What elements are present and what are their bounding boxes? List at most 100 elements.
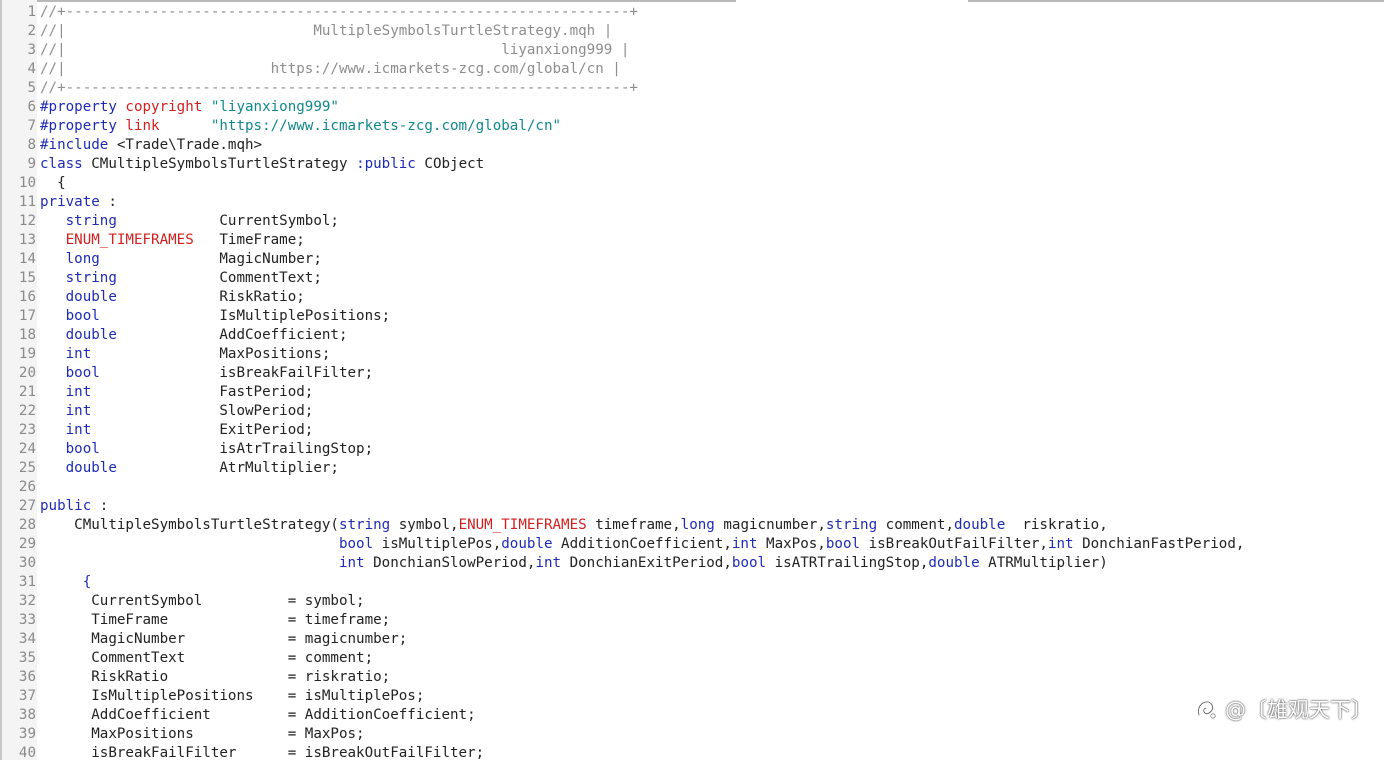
line-text: #property link "https://www.icmarkets-zc… (40, 117, 561, 136)
code-line[interactable]: 19 int MaxPositions; (0, 345, 1384, 364)
code-line[interactable]: 21 int FastPeriod; (0, 383, 1384, 402)
code-token: timeframe, (586, 517, 681, 533)
line-number: 27 (18, 498, 36, 514)
code-line[interactable]: 16 double RiskRatio; (0, 288, 1384, 307)
code-line[interactable]: 17 bool IsMultiplePositions; (0, 307, 1384, 326)
code-line[interactable]: 11 private : (0, 193, 1384, 212)
code-line[interactable]: 26 (0, 478, 1384, 497)
line-number: 38 (18, 707, 36, 723)
code-token: public (40, 498, 92, 514)
code-line[interactable]: 29 bool isMultiplePos,double AdditionCoe… (0, 535, 1384, 554)
code-line[interactable]: 24 bool isAtrTrailingStop; (0, 440, 1384, 459)
code-token: RiskRatio = riskratio; (40, 669, 391, 685)
code-token: long (65, 251, 100, 267)
code-line[interactable]: 34 MagicNumber = magicnumber; (0, 630, 1384, 649)
code-line[interactable]: 15 string CommentText; (0, 269, 1384, 288)
code-line[interactable]: 7 #property link "https://www.icmarkets-z… (0, 117, 1384, 136)
code-line[interactable]: 32 CurrentSymbol = symbol; (0, 592, 1384, 611)
line-text: bool isBreakFailFilter; (40, 364, 374, 383)
line-number: 6 (27, 99, 36, 115)
code-token: bool (65, 441, 100, 457)
code-token: comment, (877, 517, 954, 533)
line-text: int DonchianSlowPeriod,int DonchianExitP… (40, 554, 1108, 573)
code-token: magicnumber, (714, 517, 826, 533)
code-line[interactable]: 37 IsMultiplePositions = isMultiplePos; (0, 687, 1384, 706)
code-token: MaxPositions = MaxPos; (40, 726, 365, 742)
code-lines[interactable]: 1//+------------------------------------… (0, 3, 1384, 760)
code-token: "liyanxiong999" (210, 99, 339, 115)
line-number: 36 (18, 669, 36, 685)
code-line[interactable]: 9 class CMultipleSymbolsTurtleStrategy :p… (0, 155, 1384, 174)
code-token: double (65, 460, 117, 476)
code-token: //| MultipleSymbolsTurtleStrategy.mqh | (40, 23, 613, 39)
code-line[interactable]: 28 CMultipleSymbolsTurtleStrategy(string… (0, 516, 1384, 535)
code-line[interactable]: 39 MaxPositions = MaxPos; (0, 725, 1384, 744)
code-token: MagicNumber; (99, 251, 322, 267)
code-token: <Trade\Trade.mqh> (108, 137, 263, 153)
line-text: TimeFrame = timeframe; (40, 611, 390, 630)
line-number: 25 (18, 460, 36, 476)
code-line[interactable]: 2//| MultipleSymbolsTurtleStrategy.mqh | (0, 22, 1384, 41)
line-number: 26 (18, 479, 36, 495)
code-token: isBreakFailFilter = isBreakOutFailFilter… (40, 745, 485, 760)
code-line[interactable]: 27 public : (0, 497, 1384, 516)
code-line[interactable]: 13 ENUM_TIMEFRAMES TimeFrame; (0, 231, 1384, 250)
code-line[interactable]: 14 long MagicNumber; (0, 250, 1384, 269)
code-token: AtrMultiplier; (116, 460, 339, 476)
code-token: DonchianExitPeriod, (561, 555, 732, 571)
line-number: 35 (18, 650, 36, 666)
code-line[interactable]: 4//| https://www.icmarkets-zcg.com/globa… (0, 60, 1384, 79)
code-line[interactable]: 1//+------------------------------------… (0, 3, 1384, 22)
line-text: AddCoefficient = AdditionCoefficient; (40, 706, 475, 725)
line-text: string CommentText; (40, 269, 322, 288)
code-line[interactable]: 10 { (0, 174, 1384, 193)
code-token: RiskRatio; (116, 289, 305, 305)
code-token: DonchianFastPeriod, (1073, 536, 1245, 552)
code-token: double (65, 327, 117, 343)
code-line[interactable]: 38 AddCoefficient = AdditionCoefficient; (0, 706, 1384, 725)
code-token: MagicNumber = magicnumber; (40, 631, 408, 647)
code-line[interactable]: 3//| liyanxiong999 | (0, 41, 1384, 60)
code-token: bool (825, 536, 861, 552)
code-editor[interactable]: 1//+------------------------------------… (0, 0, 1384, 760)
code-token: { (82, 574, 92, 590)
code-line[interactable]: 20 bool isBreakFailFilter; (0, 364, 1384, 383)
code-line[interactable]: 31 { (0, 573, 1384, 592)
code-line[interactable]: 40 isBreakFailFilter = isBreakOutFailFil… (0, 744, 1384, 760)
code-token: isAtrTrailingStop; (99, 441, 374, 457)
line-number: 18 (18, 327, 36, 343)
code-line[interactable]: 22 int SlowPeriod; (0, 402, 1384, 421)
code-line[interactable]: 23 int ExitPeriod; (0, 421, 1384, 440)
line-number: 10 (18, 175, 36, 191)
code-token: copyright (125, 99, 203, 115)
code-line[interactable]: 18 double AddCoefficient; (0, 326, 1384, 345)
code-line[interactable]: 30 int DonchianSlowPeriod,int DonchianEx… (0, 554, 1384, 573)
code-line[interactable]: 5//+------------------------------------… (0, 79, 1384, 98)
code-token: CObject (415, 156, 485, 172)
top-border-right (968, 0, 1384, 2)
code-token: isBreakOutFailFilter, (860, 536, 1048, 552)
code-token: MaxPositions; (91, 346, 331, 362)
code-line[interactable]: 36 RiskRatio = riskratio; (0, 668, 1384, 687)
line-number: 30 (18, 555, 36, 571)
code-token: long (680, 517, 715, 533)
code-line[interactable]: 35 CommentText = comment; (0, 649, 1384, 668)
line-number: 12 (18, 213, 36, 229)
code-line[interactable]: 25 double AtrMultiplier; (0, 459, 1384, 478)
code-line[interactable]: 8 #include <Trade\Trade.mqh> (0, 136, 1384, 155)
code-token: ATRMultiplier) (979, 555, 1108, 571)
code-line[interactable]: 6 #property copyright "liyanxiong999" (0, 98, 1384, 117)
code-token: double (501, 536, 553, 552)
code-token: DonchianSlowPeriod, (364, 555, 536, 571)
code-line[interactable]: 33 TimeFrame = timeframe; (0, 611, 1384, 630)
line-text: bool isMultiplePos,double AdditionCoeffi… (40, 535, 1244, 554)
code-token: AdditionCoefficient, (552, 536, 732, 552)
code-line[interactable]: 12 string CurrentSymbol; (0, 212, 1384, 231)
